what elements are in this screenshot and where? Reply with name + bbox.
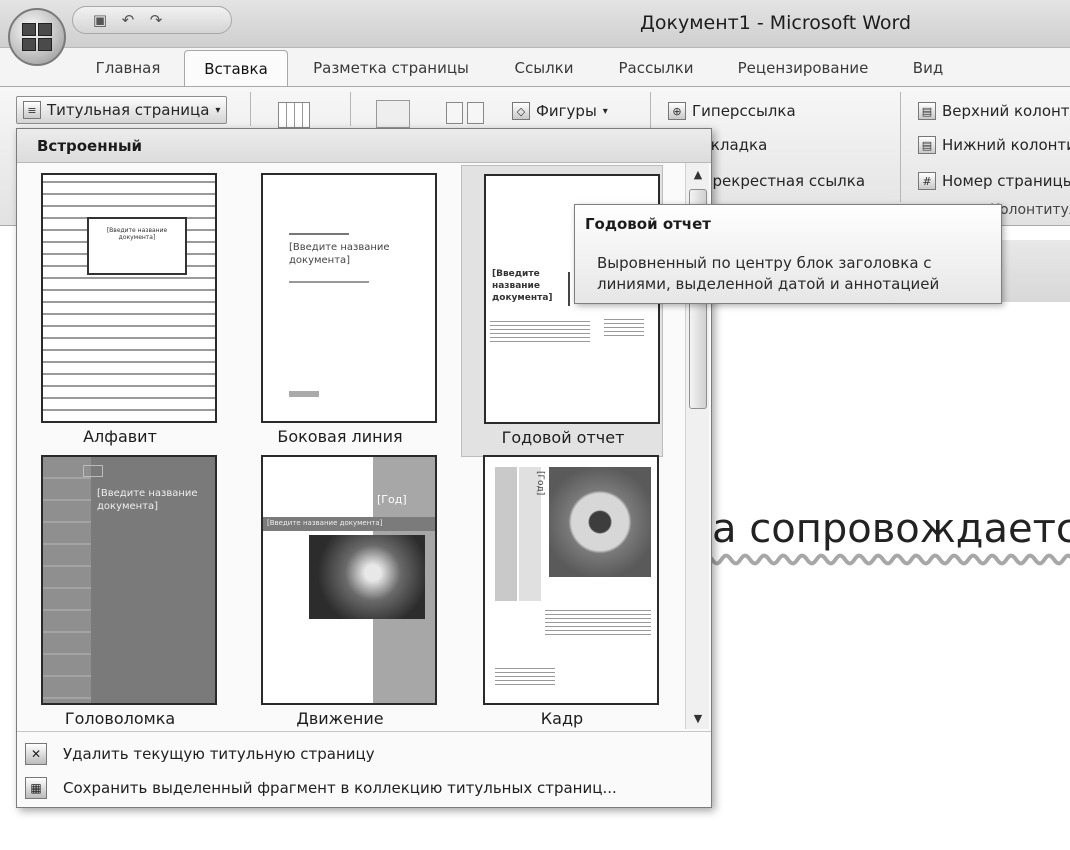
page-number-icon: # <box>918 172 936 190</box>
footer-label: Нижний колонтитул <box>942 136 1070 154</box>
thumb-year-box <box>83 465 103 477</box>
gallery-item-alphabet[interactable]: [Введите название документа] Алфавит <box>19 165 221 457</box>
thumbnail-alphabet: [Введите название документа] <box>41 173 217 423</box>
header-button[interactable]: ▤ Верхний колонтитул <box>918 98 1070 124</box>
tab-home[interactable]: Главная <box>72 50 184 86</box>
picture-icon[interactable] <box>376 100 410 128</box>
gallery-item-label: Головоломка <box>64 709 176 728</box>
tooltip-title: Годовой отчет <box>585 215 711 233</box>
save-selection-item[interactable]: ▦ Сохранить выделенный фрагмент в коллек… <box>25 772 705 804</box>
gallery-item-puzzle[interactable]: [Введите название документа] Головоломка <box>19 447 221 739</box>
thumb-title-box: [Введите название документа] <box>87 217 187 275</box>
thumbnail-frame: [Год] <box>483 455 659 705</box>
save-icon[interactable]: ▣ <box>91 11 109 29</box>
header-label: Верхний колонтитул <box>942 102 1070 120</box>
header-icon: ▤ <box>918 102 936 120</box>
document-text[interactable]: а сопровождается <box>712 506 1070 552</box>
scroll-up-icon[interactable]: ▲ <box>686 163 710 185</box>
train-image <box>309 535 425 619</box>
gallery-item-motion[interactable]: [Год] [Введите название документа] Движе… <box>239 447 441 739</box>
gallery-heading: Встроенный <box>17 129 711 163</box>
ribbon-tabs: Главная Вставка Разметка страницы Ссылки… <box>72 48 1070 86</box>
ribbon-separator <box>250 92 251 126</box>
ribbon-separator <box>350 92 351 126</box>
thumb-year-text: [Год] <box>535 471 545 496</box>
scroll-down-icon[interactable]: ▼ <box>686 707 710 729</box>
cover-page-label: Титульная страница <box>47 101 210 119</box>
save-to-gallery-icon: ▦ <box>25 777 47 799</box>
thumb-title-text: [Введите название документа] <box>492 269 553 303</box>
thumb-abstract-lines <box>604 316 644 338</box>
gallery-item-label: Движение <box>296 709 384 728</box>
cross-reference-label: Перекрестная ссылка <box>692 172 866 190</box>
gallery-item-label: Кадр <box>540 709 584 728</box>
remove-cover-page-item[interactable]: ✕ Удалить текущую титульную страницу <box>25 738 705 770</box>
tooltip: Годовой отчет Выровненный по центру блок… <box>574 204 1002 304</box>
smartart-chart-icons[interactable] <box>446 102 484 124</box>
save-selection-label: Сохранить выделенный фрагмент в коллекци… <box>63 779 617 797</box>
globe-link-icon: ⊕ <box>668 102 686 120</box>
shapes-label: Фигуры <box>536 102 597 120</box>
word-window: ▣ ↶ ↷ Документ1 - Microsoft Word Главная… <box>0 0 1070 850</box>
shapes-button[interactable]: ◇ Фигуры ▾ <box>512 98 608 124</box>
thumb-vertical-strip <box>495 467 517 601</box>
cover-page-button[interactable]: ≡ Титульная страница ▾ <box>16 96 228 124</box>
chevron-down-icon: ▾ <box>602 105 608 117</box>
ribbon-separator <box>900 92 901 202</box>
thumbnail-puzzle: [Введите название документа] <box>41 455 217 705</box>
hyperlink-label: Гиперссылка <box>692 102 796 120</box>
remove-cover-page-label: Удалить текущую титульную страницу <box>63 745 375 763</box>
table-icon[interactable] <box>278 102 310 128</box>
footer-button[interactable]: ▤ Нижний колонтитул <box>918 132 1070 158</box>
window-title: Документ1 - Microsoft Word <box>640 12 912 34</box>
tab-review[interactable]: Рецензирование <box>718 50 888 86</box>
office-button[interactable] <box>8 8 66 66</box>
tab-mailings[interactable]: Рассылки <box>594 50 718 86</box>
chevron-down-icon: ▾ <box>215 104 221 116</box>
thumbnail-motion: [Год] [Введите название документа] <box>261 455 437 705</box>
redo-icon[interactable]: ↷ <box>147 11 165 29</box>
quick-access-toolbar: ▣ ↶ ↷ <box>72 6 232 34</box>
remove-page-icon: ✕ <box>25 743 47 765</box>
thumb-abstract-lines <box>490 318 590 342</box>
thumb-line <box>289 233 349 235</box>
thumbnail-sideline: [Введите название документа] <box>261 173 437 423</box>
thumb-title-bar: [Введите название документа] <box>263 517 435 531</box>
tab-view[interactable]: Вид <box>888 50 968 86</box>
text-lines-pattern <box>43 175 215 421</box>
gallery-footer: ✕ Удалить текущую титульную страницу ▦ С… <box>17 731 711 807</box>
gallery-item-frame[interactable]: [Год] Кадр <box>461 447 663 739</box>
thumb-abstract-lines <box>495 665 555 687</box>
thumb-line <box>568 272 570 306</box>
cover-page-icon: ≡ <box>23 101 41 119</box>
footer-icon: ▤ <box>918 136 936 154</box>
thumb-line <box>289 281 369 283</box>
gallery-item-label: Алфавит <box>83 427 157 446</box>
gallery-item-sideline[interactable]: [Введите название документа] Боковая лин… <box>239 165 441 457</box>
shapes-icon: ◇ <box>512 102 530 120</box>
gallery-item-label: Боковая линия <box>277 427 403 446</box>
thumb-year-text: [Год] <box>377 493 407 506</box>
office-logo-icon <box>22 23 52 51</box>
hyperlink-button[interactable]: ⊕ Гиперссылка <box>668 98 796 124</box>
tooltip-text: Выровненный по центру блок заголовка с л… <box>597 254 940 293</box>
thumb-puzzle-strip <box>43 457 91 703</box>
thumb-abstract-lines <box>545 607 651 637</box>
gallery-item-label: Годовой отчет <box>501 428 625 447</box>
thumb-title-text: [Введите название документа] <box>289 242 390 266</box>
tab-page-layout[interactable]: Разметка страницы <box>288 50 494 86</box>
page-number-button[interactable]: # Номер страницы <box>918 168 1070 194</box>
thumb-title-text: [Введите название документа] <box>97 488 198 512</box>
sunflower-image <box>549 467 651 577</box>
thumb-line <box>289 391 319 397</box>
tab-references[interactable]: Ссылки <box>494 50 594 86</box>
header-footer-group-label: Колонтитулы <box>990 202 1070 218</box>
page-number-label: Номер страницы <box>942 172 1070 190</box>
undo-icon[interactable]: ↶ <box>119 11 137 29</box>
tab-insert[interactable]: Вставка <box>184 50 288 86</box>
